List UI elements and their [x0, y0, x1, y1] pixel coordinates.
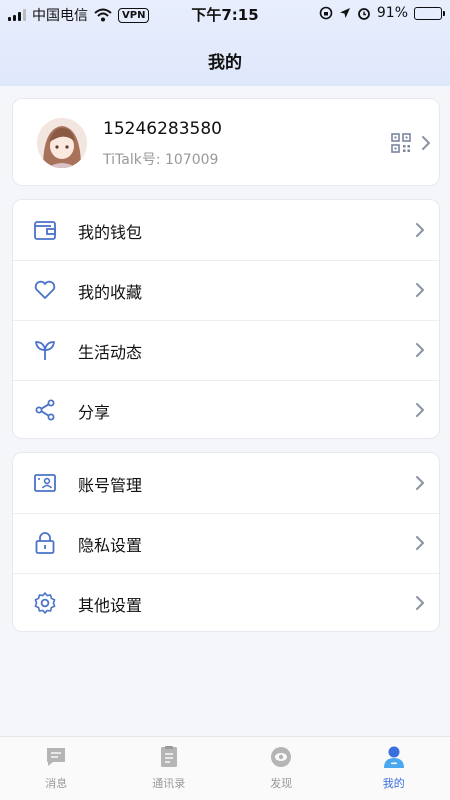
tab-label: 我的 — [382, 777, 405, 790]
profile-card[interactable]: 15246283580 TiTalk号: 107009 — [12, 98, 440, 186]
menu-label: 隐私设置 — [78, 536, 143, 555]
menu-item-wallet[interactable]: 我的钱包 — [13, 200, 439, 260]
menu-label: 我的钱包 — [78, 223, 143, 242]
discover-icon — [271, 747, 292, 767]
menu-group-2: 账号管理 隐私设置 其他设置 — [12, 452, 440, 632]
tab-label: 消息 — [45, 777, 68, 790]
chevron-right-icon — [416, 403, 424, 417]
tab-label: 通讯录 — [152, 777, 186, 790]
menu-label: 账号管理 — [78, 476, 143, 495]
avatar[interactable] — [37, 118, 87, 168]
menu-item-favorites[interactable]: 我的收藏 — [13, 260, 439, 320]
menu-label: 其他设置 — [78, 596, 143, 615]
share-icon — [35, 399, 55, 421]
battery-percent: 91% — [376, 5, 408, 21]
chevron-right-icon — [416, 343, 424, 357]
alarm-icon — [357, 8, 370, 20]
menu-item-moments[interactable]: 生活动态 — [13, 320, 439, 380]
qr-code-icon[interactable] — [391, 133, 411, 153]
chevron-right-icon — [416, 283, 424, 297]
contacts-icon — [160, 746, 177, 767]
chevron-right-icon — [416, 596, 424, 610]
menu-label: 分享 — [78, 403, 111, 422]
menu-item-other-settings[interactable]: 其他设置 — [13, 573, 439, 633]
user-icon — [383, 746, 404, 768]
battery-icon — [414, 6, 445, 20]
lock-icon — [35, 532, 55, 554]
menu-item-privacy[interactable]: 隐私设置 — [13, 513, 439, 573]
heart-icon — [34, 280, 56, 299]
location-icon — [339, 8, 350, 18]
tab-bar: 消息 通讯录 发现 我的 — [0, 736, 450, 800]
menu-item-account[interactable]: 账号管理 — [13, 453, 439, 513]
chevron-right-icon — [416, 536, 424, 550]
status-bar: 中国电信 VPN 下午7:15 91% — [0, 0, 450, 28]
tab-me[interactable]: 我的 — [338, 737, 450, 800]
tab-contacts[interactable]: 通讯录 — [113, 737, 226, 800]
message-icon — [47, 748, 66, 766]
menu-label: 我的收藏 — [78, 283, 143, 302]
rotation-lock-icon — [319, 6, 333, 20]
menu-label: 生活动态 — [78, 343, 143, 362]
profile-titalk-id: TiTalk号: 107009 — [103, 152, 219, 168]
wallet-icon — [34, 221, 56, 240]
id-card-icon — [34, 474, 56, 492]
menu-group-1: 我的钱包 我的收藏 生活动态 分享 — [12, 199, 440, 439]
tab-messages[interactable]: 消息 — [0, 737, 113, 800]
status-right: 91% — [319, 5, 445, 21]
chevron-right-icon — [416, 476, 424, 490]
profile-phone: 15246283580 — [103, 119, 222, 139]
sprout-icon — [35, 341, 55, 360]
page-title: 我的 — [208, 53, 242, 73]
tab-discover[interactable]: 发现 — [225, 737, 338, 800]
gear-icon — [34, 592, 56, 614]
chevron-right-icon — [416, 223, 424, 237]
tab-label: 发现 — [270, 777, 293, 790]
menu-item-share[interactable]: 分享 — [13, 380, 439, 440]
chevron-right-icon — [422, 136, 430, 150]
